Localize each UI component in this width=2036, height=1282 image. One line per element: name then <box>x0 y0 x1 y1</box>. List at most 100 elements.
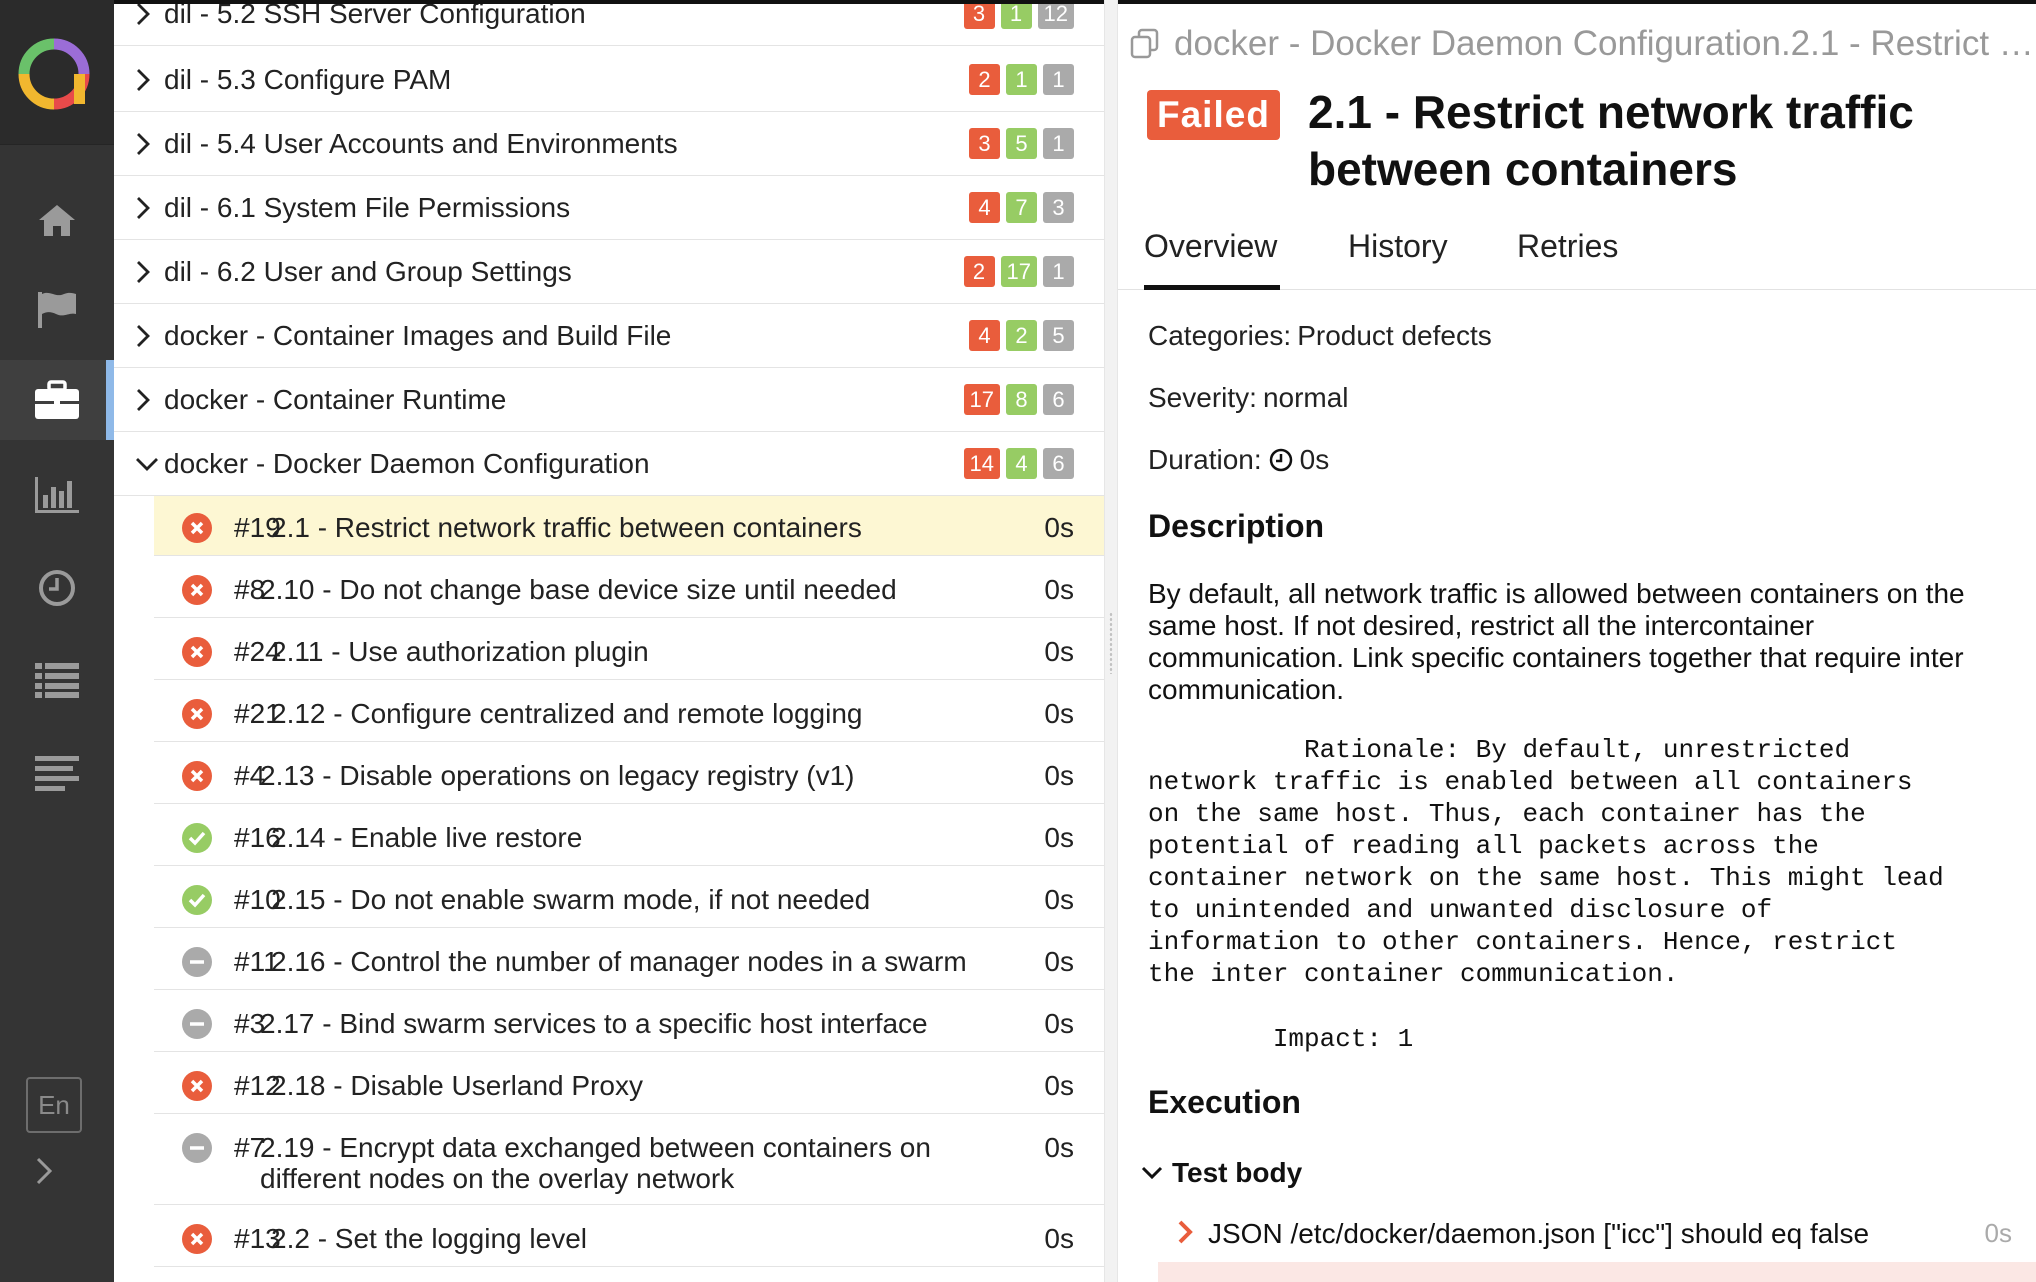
nav-timeline[interactable] <box>0 548 114 628</box>
chevron-right-icon <box>137 196 150 219</box>
nav-packages[interactable] <box>0 733 114 813</box>
description-heading: Description <box>1148 508 1325 544</box>
rationale-text: Rationale: By default, unrestricted netw… <box>1148 735 1944 989</box>
test-case-name: 2.11 - Use authorization plugin <box>271 636 649 667</box>
test-case-duration: 0s <box>1044 760 1074 791</box>
skipped-status-icon <box>182 1009 212 1039</box>
test-case-duration: 0s <box>1044 1008 1074 1039</box>
step-row[interactable]: JSON /etc/docker/daemon.json ["icc"] sho… <box>1158 1210 2036 1258</box>
execution-heading: Execution <box>1148 1084 1301 1120</box>
test-case-row[interactable]: #21 2.12 - Configure centralized and remo… <box>154 682 1104 742</box>
skipped-count-badge: 1 <box>1043 256 1074 287</box>
duration-line: Duration: 0s <box>1148 444 1329 476</box>
test-case-name: 2.17 - Bind swarm services to a specific… <box>260 1008 928 1039</box>
test-case-name: 2.19 - Encrypt data exchanged between co… <box>260 1132 931 1163</box>
chevron-right-icon <box>137 324 150 347</box>
categories-label: Categories: <box>1148 320 1292 351</box>
nav-overview[interactable] <box>0 180 114 260</box>
suite-group-name: dil - 6.1 System File Permissions <box>164 191 571 223</box>
test-case-row[interactable]: #8 2.10 - Do not change base device size … <box>154 558 1104 618</box>
suite-group-row[interactable]: docker - Container Images and Build File… <box>114 304 1104 368</box>
nav-categories[interactable] <box>0 270 114 350</box>
step-text: JSON /etc/docker/daemon.json ["icc"] sho… <box>1208 1218 1870 1249</box>
suite-group-name: docker - Container Runtime <box>164 383 507 415</box>
suite-group-row[interactable]: docker - Docker Daemon Configuration 14 4 6 <box>114 432 1104 496</box>
test-case-name: 2.16 - Control the number of manager nod… <box>271 946 967 977</box>
severity-line: Severity: normal <box>1148 382 1349 414</box>
suite-group-row[interactable]: dil - 5.3 Configure PAM 2 1 1 <box>114 48 1104 112</box>
test-case-row[interactable]: #3 2.17 - Bind swarm services to a specif… <box>154 992 1104 1052</box>
copy-icon[interactable] <box>1128 27 1162 61</box>
home-icon <box>39 205 75 236</box>
tab-retries[interactable]: Retries <box>1517 228 1618 290</box>
list-icon <box>35 663 79 698</box>
test-case-row[interactable]: #16 2.14 - Enable live restore 0s <box>154 806 1104 866</box>
nav-behaviors[interactable] <box>0 640 114 720</box>
suite-group-name: dil - 6.2 User and Group Settings <box>164 255 572 287</box>
test-case-row[interactable]: #24 2.11 - Use authorization plugin 0s <box>154 620 1104 680</box>
test-case-row[interactable]: #19 2.1 - Restrict network traffic betwee… <box>154 496 1104 556</box>
passed-count-badge: 17 <box>1000 256 1037 287</box>
failed-status-icon <box>182 699 212 729</box>
test-body-toggle[interactable]: Test body <box>1140 1157 1302 1189</box>
failed-count-badge: 4 <box>969 192 1000 223</box>
test-case-duration: 0s <box>1044 512 1074 543</box>
page-title: 2.1 - Restrict network traffic between c… <box>1308 86 1914 195</box>
test-case-row[interactable]: #4 2.13 - Disable operations on legacy re… <box>154 744 1104 804</box>
impact-text: Impact: 1 <box>1148 1024 1414 1054</box>
passed-status-icon <box>182 885 212 915</box>
briefcase-icon <box>35 380 79 419</box>
test-case-duration: 0s <box>1044 1132 1074 1163</box>
suite-group-row[interactable]: dil - 6.2 User and Group Settings 2 17 1 <box>114 240 1104 304</box>
test-case-name: 2.18 - Disable Userland Proxy <box>271 1070 643 1101</box>
pane-splitter[interactable] <box>1104 0 1118 1282</box>
nav-suites[interactable] <box>0 360 114 440</box>
severity-label: Severity: <box>1148 382 1257 413</box>
step-duration: 0s <box>1984 1218 2012 1248</box>
failed-status-icon <box>182 761 212 791</box>
suite-group-row[interactable]: dil - 5.2 SSH Server Configuration 3 1 12 <box>114 0 1104 46</box>
test-case-name: 2.13 - Disable operations on legacy regi… <box>260 760 855 791</box>
tab-overview[interactable]: Overview <box>1144 228 1280 290</box>
suite-group-name: dil - 5.4 User Accounts and Environments <box>164 127 678 159</box>
skipped-status-icon <box>182 947 212 977</box>
clock-icon <box>1269 448 1292 472</box>
language-label: En <box>38 1089 70 1120</box>
sidebar: En <box>0 0 114 1282</box>
test-case-row[interactable]: #7 2.19 - Encrypt data exchanged between … <box>154 1116 1104 1205</box>
status-counts: 17 8 6 <box>963 384 1074 415</box>
suite-group-row[interactable]: dil - 6.1 System File Permissions 4 7 3 <box>114 176 1104 240</box>
failed-status-icon <box>182 1071 212 1101</box>
collapse-sidebar-button[interactable] <box>34 1155 56 1192</box>
status-badge: Failed <box>1147 90 1280 140</box>
language-button[interactable]: En <box>26 1077 82 1133</box>
test-case-name-continued: different nodes on the overlay network <box>260 1163 735 1194</box>
suites-tree: dil - 5.2 SSH Server Configuration 3 1 12 di… <box>114 0 1104 1282</box>
splitter-grip[interactable] <box>1109 612 1113 674</box>
passed-count-badge: 8 <box>1006 384 1037 415</box>
tab-overview-label: Overview <box>1144 228 1278 264</box>
breadcrumb: docker - Docker Daemon Configuration.2.1… <box>1128 24 2034 64</box>
test-case-row[interactable]: #13 2.2 - Set the logging level 0s <box>154 1207 1104 1267</box>
breadcrumb-text: docker - Docker Daemon Configuration.2.1… <box>1174 24 2034 63</box>
test-case-duration: 0s <box>1044 574 1074 605</box>
status-counts: 425 <box>969 320 1074 351</box>
test-case-row[interactable]: #12 2.18 - Disable Userland Proxy 0s <box>154 1054 1104 1114</box>
categories-line: Categories: Product defects <box>1148 320 1492 352</box>
suite-group-row[interactable]: dil - 5.4 User Accounts and Environments… <box>114 112 1104 176</box>
suite-group-row[interactable]: docker - Container Runtime 17 8 6 <box>114 368 1104 432</box>
tab-history[interactable]: History <box>1348 228 1448 290</box>
tab-bar: Overview History Retries <box>1118 228 2036 290</box>
test-case-row[interactable]: #11 2.16 - Control the number of manager … <box>154 930 1104 990</box>
test-case-name: 2.14 - Enable live restore <box>271 822 583 853</box>
test-case-row[interactable]: #10 2.15 - Do not enable swarm mode, if n… <box>154 868 1104 928</box>
test-case-name: 2.1 - Restrict network traffic between c… <box>271 512 862 543</box>
failed-count-badge: 3 <box>969 128 1000 159</box>
passed-count-badge: 4 <box>1006 448 1037 479</box>
logo-area[interactable] <box>0 0 114 145</box>
skipped-count-badge: 1 <box>1043 128 1074 159</box>
skipped-count-badge: 5 <box>1043 320 1074 351</box>
failed-count-badge: 2 <box>969 64 1000 95</box>
nav-graphs[interactable] <box>0 455 114 535</box>
duration-label: Duration: <box>1148 444 1262 475</box>
